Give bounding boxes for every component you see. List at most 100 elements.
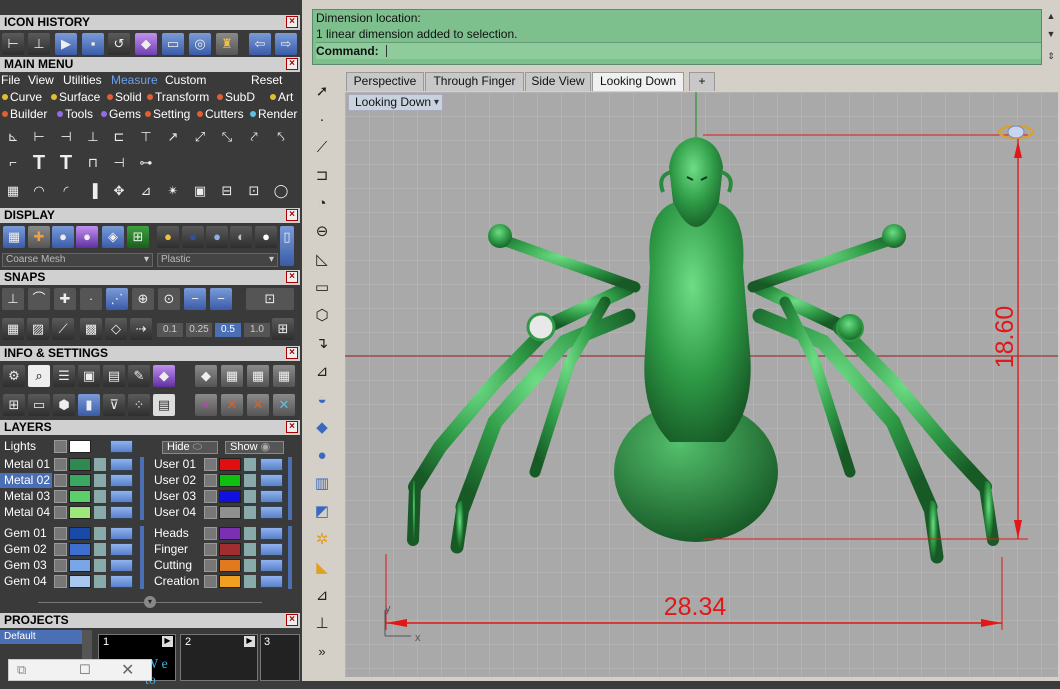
layer-row[interactable]: User 04 [150, 505, 290, 520]
layer-name[interactable]: User 04 [150, 505, 202, 520]
expand-icon[interactable] [54, 527, 67, 540]
layer-color-swatch[interactable] [219, 490, 241, 503]
diameter-dimension-icon[interactable]: ⤢ [189, 126, 211, 148]
edit-icon[interactable]: ✎ [128, 365, 150, 387]
project-slot-3[interactable]: 3 [260, 634, 300, 681]
filter-icon[interactable]: ⊽ [103, 394, 125, 416]
mesh-cube-icon[interactable]: ⬢ [53, 394, 75, 416]
lock-icon[interactable] [244, 527, 256, 540]
expand-icon[interactable] [204, 458, 217, 471]
select-arrow-icon[interactable]: ➚ [310, 80, 334, 104]
lights-visibility-icon[interactable] [110, 440, 133, 453]
render-settings-icon[interactable]: ▦ [221, 365, 243, 387]
smart-track-icon[interactable]: ◇ [105, 318, 127, 340]
layer-row[interactable]: Gem 03 [0, 558, 140, 573]
arc-dimension-icon[interactable]: ⤣ [270, 126, 292, 148]
layer-visibility-icon[interactable] [260, 474, 283, 487]
lock-icon[interactable] [94, 543, 106, 556]
height-dimension-label[interactable]: 18.60 [991, 306, 1019, 369]
material-select[interactable]: Plastic [157, 253, 278, 267]
analyze-icon[interactable]: ⊿ [310, 584, 334, 608]
menu-measure[interactable]: Measure [111, 72, 158, 88]
layer-name[interactable]: Gem 03 [0, 558, 52, 573]
layer-visibility-icon[interactable] [110, 559, 133, 572]
expand-icon[interactable] [204, 575, 217, 588]
snap-grid-icon[interactable]: ⊞ [272, 318, 294, 340]
curve-points-icon[interactable]: ⊐ [310, 164, 334, 188]
text-icon[interactable]: T [28, 152, 50, 174]
puzzle-icon[interactable]: ✲ [310, 528, 334, 552]
lock-icon[interactable] [244, 490, 256, 503]
grid-snap-icon[interactable]: ▩ [80, 318, 102, 340]
expand-icon[interactable] [54, 440, 67, 453]
point-icon[interactable]: · [310, 108, 334, 132]
material-cube-icon[interactable]: ◆ [153, 365, 175, 387]
close-icon[interactable]: × [286, 614, 298, 626]
lock-icon[interactable] [244, 458, 256, 471]
close-icon[interactable]: × [286, 271, 298, 283]
layer-row[interactable]: User 03 [150, 489, 290, 504]
layer-visibility-icon[interactable] [110, 474, 133, 487]
layer-visibility-icon[interactable] [110, 458, 133, 471]
project-slot-2[interactable]: 2 ▶ [180, 634, 258, 681]
grid-icon[interactable]: ⊞ [127, 226, 149, 248]
layer-name[interactable]: User 02 [150, 473, 202, 488]
layer-row[interactable]: Metal 01 [0, 457, 140, 472]
layer-visibility-icon[interactable] [260, 458, 283, 471]
snap-quad-icon[interactable]: − [210, 288, 232, 310]
layer-visibility-icon[interactable] [260, 559, 283, 572]
section-icon[interactable]: ⊟ [216, 180, 238, 202]
category-cutters[interactable]: Cutters [197, 107, 244, 121]
snap-perp-icon[interactable]: ⊙ [158, 288, 180, 310]
layer-name[interactable]: Gem 02 [0, 542, 52, 557]
expand-icon[interactable] [204, 527, 217, 540]
aligned-dimension-icon[interactable]: ⊥ [82, 126, 104, 148]
snap-point-icon[interactable]: ✚ [54, 288, 76, 310]
angle-dimension-icon[interactable]: ⊢ [28, 126, 50, 148]
chrome-material-icon[interactable]: ◐ [230, 226, 252, 248]
weight-icon[interactable]: ⊡ [243, 180, 265, 202]
snap-tan-icon[interactable]: − [184, 288, 206, 310]
layer-row[interactable]: Gem 04 [0, 574, 140, 589]
lock-icon[interactable] [94, 575, 106, 588]
arc-icon[interactable]: ◺ [310, 248, 334, 272]
baseline-dimension-icon[interactable]: ⊏ [108, 126, 130, 148]
command-input[interactable] [386, 45, 388, 57]
zoom-icon[interactable]: ⌕ [28, 365, 50, 387]
leader-icon[interactable]: ⤡ [216, 126, 238, 148]
close-icon[interactable]: ✕ [121, 660, 134, 680]
lock-icon[interactable] [244, 559, 256, 572]
surface-icon[interactable]: ◒ [310, 388, 334, 412]
world-axis-icon[interactable]: ✕ [273, 394, 295, 416]
layer-visibility-icon[interactable] [260, 527, 283, 540]
sphere-icon[interactable]: ● [310, 444, 334, 468]
layer-visibility-icon[interactable] [260, 543, 283, 556]
layer-color-swatch[interactable] [219, 527, 241, 540]
tab-through-finger[interactable]: Through Finger [425, 72, 524, 91]
mesh-plane-icon[interactable]: ◩ [310, 500, 334, 524]
planar-icon[interactable]: ▨ [27, 318, 49, 340]
expand-icon[interactable] [54, 458, 67, 471]
layer-color-swatch[interactable] [69, 575, 91, 588]
viewport-label[interactable]: Looking Down ▾ [348, 94, 443, 111]
gold-material-icon[interactable]: ● [157, 226, 179, 248]
radius-dimension-icon[interactable]: ↗ [162, 126, 184, 148]
menu-view[interactable]: View [28, 72, 54, 88]
show-button[interactable]: Show ◉ [225, 441, 284, 454]
angle-icon[interactable]: ⊿ [135, 180, 157, 202]
layer-color-swatch[interactable] [69, 527, 91, 540]
expand-icon[interactable] [204, 474, 217, 487]
layer-row[interactable]: Heads [150, 526, 290, 541]
maximize-icon[interactable]: ☐ [79, 662, 91, 678]
layer-color-swatch[interactable] [219, 543, 241, 556]
layer-row[interactable]: Finger [150, 542, 290, 557]
layer-row[interactable]: Gem 02 [0, 542, 140, 557]
circle-measure-icon[interactable]: ◯ [270, 180, 292, 202]
layer-name[interactable]: Metal 04 [0, 505, 52, 520]
vertical-dimension-icon[interactable]: ⊥ [28, 33, 50, 55]
snap-disable-icon[interactable]: ⊡ [246, 288, 294, 310]
category-setting[interactable]: Setting [145, 107, 190, 121]
lock-icon[interactable] [94, 506, 106, 519]
project-default[interactable]: Default [0, 630, 82, 644]
expand-icon[interactable] [204, 506, 217, 519]
